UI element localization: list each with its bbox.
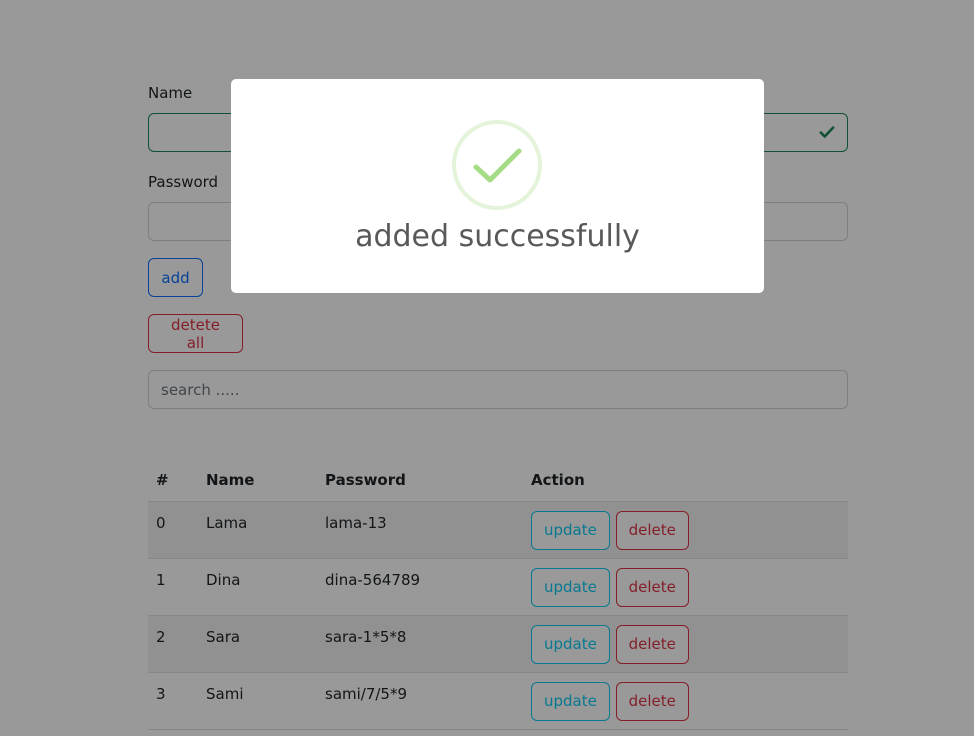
modal-title: added successfully xyxy=(355,219,640,254)
success-check-icon xyxy=(452,120,542,210)
success-modal: added successfully xyxy=(231,79,764,293)
page: Name Password add detete all # Name Pass… xyxy=(0,0,974,736)
